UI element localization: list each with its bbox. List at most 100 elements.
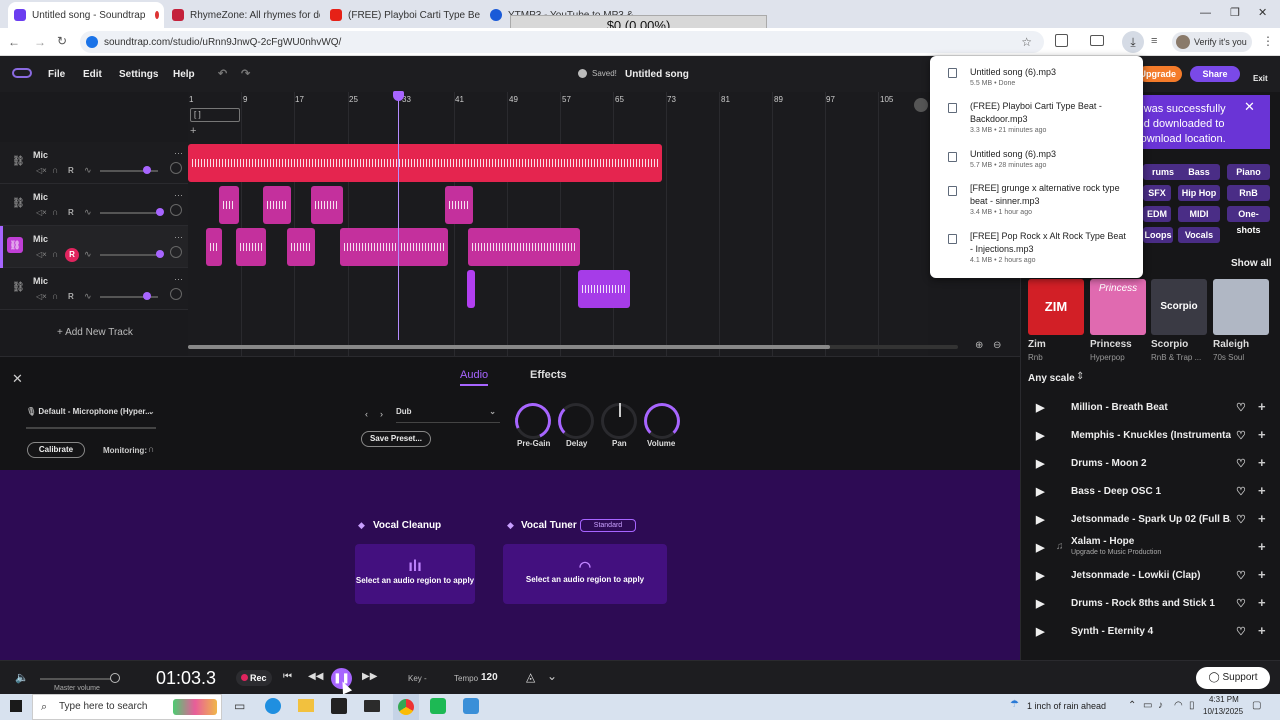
pan-knob[interactable] bbox=[170, 288, 182, 300]
metronome-icon[interactable]: ◬ bbox=[526, 670, 535, 684]
track-options-icon[interactable]: ··· bbox=[174, 274, 183, 284]
show-all-link[interactable]: Show all bbox=[1231, 258, 1272, 269]
song-title[interactable]: Untitled song bbox=[625, 69, 689, 80]
record-button[interactable]: Rec bbox=[236, 670, 272, 686]
play-loop-icon[interactable]: ▶ bbox=[1036, 569, 1044, 582]
headphones-icon[interactable]: ∩ bbox=[52, 207, 58, 217]
audio-clip[interactable] bbox=[311, 186, 343, 224]
mail-icon[interactable] bbox=[364, 700, 380, 712]
tab-soundtrap[interactable]: Untitled song - Soundtrap ✕ bbox=[8, 2, 164, 28]
playhead[interactable] bbox=[398, 96, 399, 340]
add-loop-icon[interactable]: + bbox=[1258, 483, 1266, 498]
audio-clip[interactable] bbox=[219, 186, 239, 224]
speaker-icon[interactable]: 🔈 bbox=[15, 671, 29, 684]
headphones-icon[interactable]: ∩ bbox=[52, 291, 58, 301]
vocal-tuner-card[interactable]: ◠ Select an audio region to apply bbox=[503, 544, 667, 604]
close-window-icon[interactable]: ✕ bbox=[1258, 6, 1267, 19]
track-name[interactable]: Mic bbox=[33, 150, 48, 160]
timeline-ruler[interactable]: 1 9 17 25 33 41 49 57 65 73 81 89 97 105 bbox=[188, 92, 928, 108]
horizontal-scrollbar[interactable] bbox=[188, 345, 958, 349]
link-icon[interactable]: ⛓ bbox=[7, 237, 23, 253]
zoom-in-icon[interactable]: ⊕ bbox=[975, 340, 983, 351]
weather-text[interactable]: 1 inch of rain ahead bbox=[1027, 701, 1106, 711]
menu-edit[interactable]: Edit bbox=[83, 69, 102, 80]
link-icon[interactable]: ⛓ bbox=[12, 198, 25, 209]
restore-icon[interactable]: ❐ bbox=[1230, 6, 1240, 19]
audio-clip[interactable] bbox=[188, 144, 662, 182]
wifi-icon[interactable]: ◠ bbox=[1174, 700, 1183, 711]
pan-knob[interactable] bbox=[601, 403, 637, 439]
play-loop-icon[interactable]: ▶ bbox=[1036, 457, 1044, 470]
soundtrap-logo-icon[interactable] bbox=[12, 68, 32, 78]
favorite-icon[interactable]: ♡ bbox=[1236, 457, 1246, 470]
play-loop-icon[interactable]: ▶ bbox=[1036, 513, 1044, 526]
redo-icon[interactable]: ↷ bbox=[241, 67, 250, 80]
tab-youtube[interactable]: (FREE) Playboi Carti Type Beat - ✕ bbox=[324, 2, 480, 28]
battery-icon[interactable]: ▯ bbox=[1189, 700, 1195, 711]
download-name[interactable]: (FREE) Playboi Carti Type Beat - Backdoo… bbox=[970, 100, 1130, 126]
add-loop-icon[interactable]: + bbox=[1258, 567, 1266, 582]
close-panel-icon[interactable]: ✕ bbox=[12, 371, 23, 387]
tab-search-icon[interactable]: ≡ bbox=[1151, 35, 1157, 47]
loop-row[interactable]: ▶ Jetsonmade - Lowkii (Clap) ♡ + bbox=[1022, 562, 1278, 590]
loop-row[interactable]: ▶ Bass - Deep OSC 1 ♡ + bbox=[1022, 478, 1278, 506]
audio-clip[interactable] bbox=[578, 270, 630, 308]
monitoring-icon[interactable]: ∩ bbox=[148, 444, 154, 454]
pack-name[interactable]: Scorpio bbox=[1151, 339, 1188, 350]
record-arm-button[interactable]: R bbox=[68, 292, 74, 301]
record-arm-button[interactable]: R bbox=[68, 208, 74, 217]
clock-time[interactable]: 4:31 PM bbox=[1209, 695, 1239, 704]
pack-art[interactable] bbox=[1213, 279, 1269, 335]
upgrade-button[interactable]: Upgrade bbox=[1138, 66, 1182, 82]
tag-midi[interactable]: MIDI bbox=[1178, 206, 1220, 222]
app-icon[interactable] bbox=[463, 698, 479, 714]
file-explorer-icon[interactable] bbox=[298, 699, 314, 712]
fast-forward-icon[interactable]: ▶▶ bbox=[362, 671, 377, 682]
link-icon[interactable]: ⛓ bbox=[12, 156, 25, 167]
back-arrow-icon[interactable]: ← bbox=[8, 35, 20, 49]
volume-slider-thumb[interactable] bbox=[156, 208, 164, 216]
play-loop-icon[interactable]: ▶ bbox=[1036, 485, 1044, 498]
calibrate-button[interactable]: Calibrate bbox=[27, 442, 85, 458]
preset-select[interactable]: Dub ⌄ bbox=[396, 407, 500, 423]
favorite-icon[interactable]: ♡ bbox=[1236, 401, 1246, 414]
clock-date[interactable]: 10/13/2025 bbox=[1203, 707, 1243, 716]
add-track-button[interactable]: + Add New Track bbox=[57, 327, 133, 338]
track-options-icon[interactable]: ··· bbox=[174, 190, 183, 200]
favorite-icon[interactable]: ♡ bbox=[1236, 597, 1246, 610]
url-field[interactable]: soundtrap.com/studio/uRnn9JnwQ-2cFgWU0nh… bbox=[80, 31, 1044, 53]
pan-knob[interactable] bbox=[170, 246, 182, 258]
tag-vocals[interactable]: Vocals bbox=[1178, 227, 1220, 243]
rewind-icon[interactable]: ◀◀ bbox=[308, 671, 323, 682]
track-header[interactable]: ⛓ Mic ··· ◁× ∩ R ∿ bbox=[0, 184, 188, 226]
volume-slider-thumb[interactable] bbox=[156, 250, 164, 258]
volume-icon[interactable]: ♪ bbox=[1158, 700, 1163, 711]
bookmark-star-icon[interactable]: ☆ bbox=[1021, 35, 1032, 49]
download-name[interactable]: Untitled song (6).mp3 bbox=[970, 66, 1130, 79]
chrome-menu-icon[interactable]: ⋮ bbox=[1262, 34, 1274, 48]
tab-effects[interactable]: Effects bbox=[530, 369, 567, 381]
play-loop-icon[interactable]: ▶ bbox=[1036, 429, 1044, 442]
download-name[interactable]: [FREE] Pop Rock x Alt Rock Type Beat - I… bbox=[970, 230, 1130, 256]
track-name[interactable]: Mic bbox=[33, 234, 48, 244]
support-button[interactable]: ◯ Support bbox=[1196, 667, 1270, 689]
preset-next-icon[interactable]: › bbox=[380, 409, 383, 419]
automation-icon[interactable]: ∿ bbox=[84, 165, 92, 176]
volume-slider[interactable] bbox=[100, 212, 162, 214]
automation-icon[interactable]: ∿ bbox=[84, 249, 92, 260]
audio-clip[interactable] bbox=[236, 228, 266, 266]
app-icon[interactable] bbox=[430, 698, 446, 714]
audio-clip[interactable] bbox=[445, 186, 473, 224]
loop-row[interactable]: ▶ Drums - Rock 8ths and Stick 1 ♡ + bbox=[1022, 590, 1278, 618]
close-notification-icon[interactable]: ✕ bbox=[1244, 99, 1255, 115]
mute-icon[interactable]: ◁× bbox=[36, 166, 47, 175]
audio-clip[interactable] bbox=[340, 228, 448, 266]
chrome-taskbar-button[interactable] bbox=[393, 694, 419, 720]
headphones-icon[interactable]: ∩ bbox=[52, 165, 58, 175]
mute-icon[interactable]: ◁× bbox=[36, 208, 47, 217]
add-loop-icon[interactable]: + bbox=[1258, 595, 1266, 610]
add-loop-icon[interactable]: + bbox=[1258, 511, 1266, 526]
share-button[interactable]: Share bbox=[1190, 66, 1240, 82]
audio-clip[interactable] bbox=[467, 270, 475, 308]
track-header-selected[interactable]: ⛓ Mic ··· ◁× ∩ R ∿ bbox=[0, 226, 188, 268]
